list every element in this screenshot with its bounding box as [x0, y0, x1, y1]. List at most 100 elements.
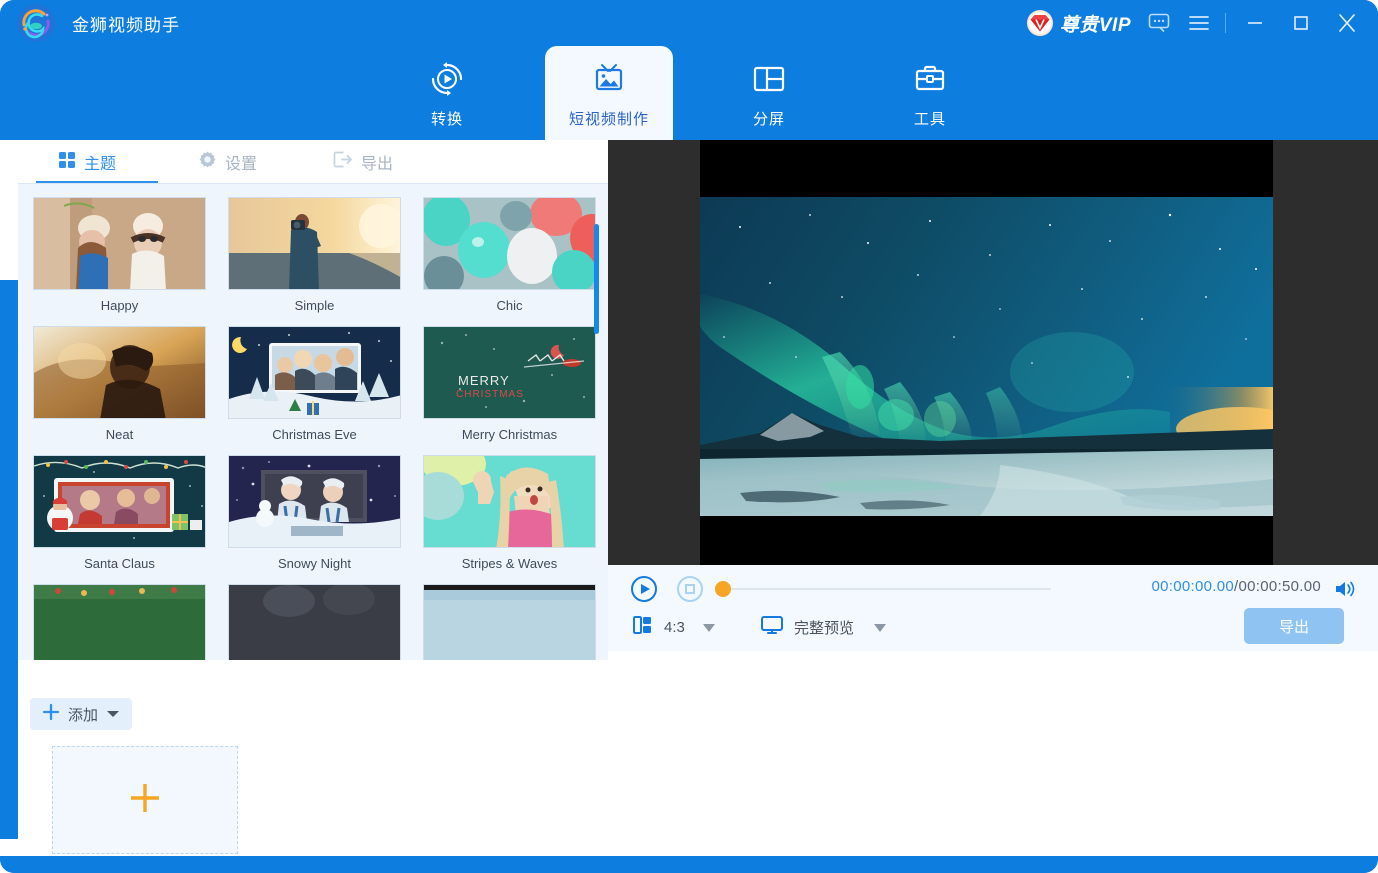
- hamburger-menu-icon[interactable]: [1179, 0, 1219, 46]
- current-time: 00:00:00.00: [1151, 578, 1234, 595]
- theme-item-stripes-waves[interactable]: Stripes & Waves: [416, 455, 603, 571]
- theme-item-row4-3[interactable]: [416, 584, 603, 660]
- theme-label: Chic: [496, 298, 523, 313]
- theme-item-neat[interactable]: Neat: [26, 326, 213, 442]
- close-icon[interactable]: [1324, 0, 1370, 46]
- theme-label: Christmas Eve: [272, 427, 357, 442]
- tab-theme[interactable]: 主题: [48, 140, 126, 184]
- theme-row: Santa Claus Snowy Night Stripes & Waves: [18, 442, 608, 571]
- aspect-ratio-value: 4:3: [664, 619, 685, 636]
- preview-mode-selector[interactable]: 完整预览: [760, 614, 887, 641]
- theme-label: Merry Christmas: [461, 427, 558, 442]
- vip-label: 尊贵VIP: [1059, 14, 1131, 36]
- theme-label: Happy: [100, 298, 139, 313]
- grid-dots-icon: [58, 151, 76, 174]
- chevron-down-icon[interactable]: [874, 623, 887, 632]
- tab-label: 主题: [84, 156, 117, 173]
- theme-thumbnail: [33, 584, 206, 660]
- nav-item-convert[interactable]: 转换: [383, 46, 511, 140]
- theme-item-merry-christmas[interactable]: MERRY CHRISTMAS Merry Christmas: [416, 326, 603, 442]
- tab-settings[interactable]: 设置: [188, 140, 267, 184]
- theme-item-santa-claus[interactable]: Santa Claus: [26, 455, 213, 571]
- media-dropzone[interactable]: [52, 746, 238, 854]
- vip-badge[interactable]: 尊贵VIP: [1026, 9, 1131, 37]
- theme-thumbnail: [33, 455, 206, 548]
- theme-row: Neat Christmas Eve MERRY CHRISTMAS Merry…: [18, 313, 608, 442]
- aspect-ratio-selector[interactable]: 4:3: [632, 614, 715, 641]
- app-logo-icon: [16, 3, 56, 43]
- export-button[interactable]: 导出: [1244, 608, 1344, 644]
- theme-thumbnail: [423, 197, 596, 290]
- nav-item-short-video[interactable]: 短视频制作: [545, 46, 673, 140]
- theme-item-happy[interactable]: Happy: [26, 197, 213, 313]
- theme-thumbnail: [228, 197, 401, 290]
- player-transport-row: 00:00:00.00/00:00:50.00: [608, 565, 1378, 611]
- timeline-handle[interactable]: [715, 581, 731, 597]
- app-title: 金狮视频助手: [72, 15, 180, 35]
- tab-export[interactable]: 导出: [323, 140, 403, 184]
- nav-label: 短视频制作: [568, 110, 649, 128]
- timeline-track[interactable]: [715, 581, 1051, 597]
- chevron-down-icon: [106, 706, 120, 723]
- theme-item-simple[interactable]: Simple: [221, 197, 408, 313]
- gear-icon: [198, 150, 217, 174]
- plus-icon: [42, 703, 60, 725]
- nav-label: 转换: [430, 110, 463, 128]
- nav-item-tools[interactable]: 工具: [866, 46, 994, 140]
- tv-photo-icon: [589, 58, 629, 98]
- volume-icon[interactable]: [1334, 579, 1358, 604]
- aspect-ratio-icon: [632, 614, 654, 641]
- theme-label: Snowy Night: [278, 556, 351, 571]
- video-preview: [608, 140, 1378, 565]
- theme-thumbnail: [423, 455, 596, 548]
- theme-label: Stripes & Waves: [461, 556, 558, 571]
- chevron-down-icon[interactable]: [702, 623, 715, 632]
- theme-thumbnail: [33, 326, 206, 419]
- window-frame-bottom: [0, 856, 1378, 873]
- panel-tabs: 主题 设置 导出: [18, 140, 608, 184]
- theme-row: [18, 571, 608, 660]
- nav-label: 分屏: [752, 110, 785, 128]
- svg-text:MERRY: MERRY: [458, 373, 510, 388]
- theme-thumbnail: [228, 455, 401, 548]
- theme-grid[interactable]: Happy Simple Chic Neat Christmas Eve MER…: [18, 184, 608, 660]
- theme-thumbnail: [423, 584, 596, 660]
- play-button[interactable]: [630, 575, 658, 603]
- maximize-icon[interactable]: [1278, 0, 1324, 46]
- video-frame-image: [700, 197, 1273, 516]
- video-canvas[interactable]: [700, 140, 1273, 565]
- theme-item-row4-1[interactable]: [26, 584, 213, 660]
- monitor-icon: [760, 614, 784, 641]
- theme-thumbnail: [228, 584, 401, 660]
- stop-button[interactable]: [676, 575, 704, 603]
- split-screen-icon: [750, 58, 788, 98]
- vip-diamond-icon: [1026, 9, 1054, 37]
- media-add-area: 添加: [18, 660, 608, 856]
- divider: [1225, 13, 1226, 33]
- export-label: 导出: [1278, 618, 1309, 636]
- minimize-icon[interactable]: [1232, 0, 1278, 46]
- theme-item-row4-2[interactable]: [221, 584, 408, 660]
- theme-item-chic[interactable]: Chic: [416, 197, 603, 313]
- export-arrow-icon: [333, 150, 353, 174]
- nav-item-split-screen[interactable]: 分屏: [705, 46, 833, 140]
- theme-label: Simple: [294, 298, 335, 313]
- main-navigation: 转换 短视频制作 分屏 工具: [0, 46, 1378, 140]
- theme-item-christmas-eve[interactable]: Christmas Eve: [221, 326, 408, 442]
- theme-item-snowy-night[interactable]: Snowy Night: [221, 455, 408, 571]
- convert-circular-arrows-icon: [428, 58, 466, 98]
- active-tab-underline: [36, 181, 158, 183]
- chat-bubble-icon[interactable]: [1139, 0, 1179, 46]
- app-window: 金狮视频助手 尊贵VIP 转换 短视频制作 分屏 工具 主题 设置 导出 Hap…: [0, 0, 1378, 873]
- theme-thumbnail: [228, 326, 401, 419]
- theme-thumbnail: [33, 197, 206, 290]
- timecode-display: 00:00:00.00/00:00:50.00: [1151, 578, 1321, 595]
- add-button[interactable]: 添加: [30, 698, 133, 730]
- duration: 00:00:50.00: [1238, 578, 1321, 595]
- theme-label: Santa Claus: [84, 556, 155, 571]
- plus-large-icon: [125, 778, 165, 823]
- theme-scrollbar[interactable]: [594, 224, 599, 334]
- add-label: 添加: [68, 706, 99, 724]
- toolbox-icon: [911, 58, 949, 98]
- window-frame-left: [0, 280, 18, 839]
